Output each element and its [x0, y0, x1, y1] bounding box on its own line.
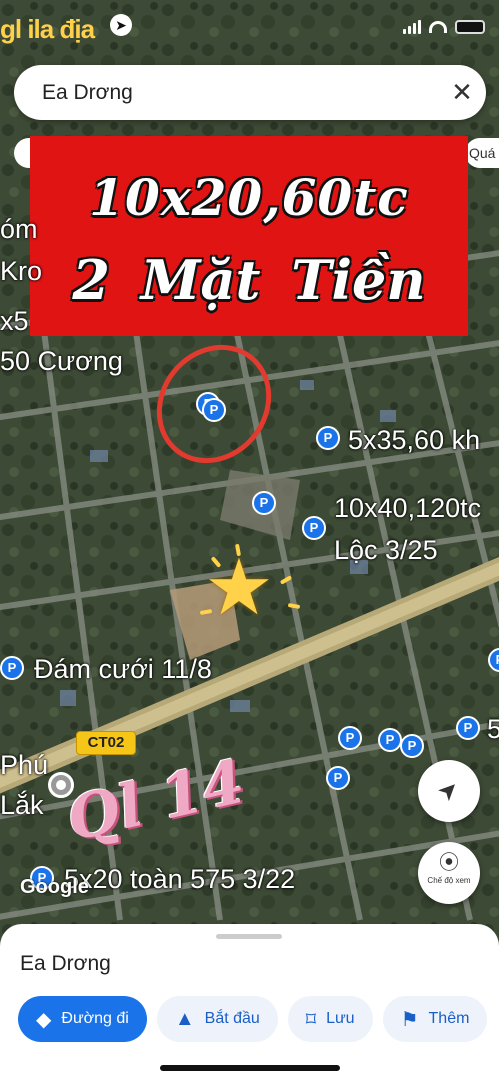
sheet-drag-handle[interactable] — [216, 934, 282, 939]
map-label[interactable]: 5x20 toàn 575 3/22 — [64, 864, 295, 895]
saved-place-pin[interactable]: P — [326, 766, 350, 790]
search-bar[interactable]: Ea Drơng ✕ — [14, 65, 486, 120]
banner-line-size: 10x20,60tc — [89, 168, 409, 227]
google-logo: Google — [20, 876, 89, 898]
clear-search-icon[interactable]: ✕ — [438, 77, 486, 108]
saved-place-pin[interactable]: P — [302, 516, 326, 540]
saved-place-pin[interactable]: P — [0, 656, 24, 680]
wifi-icon — [429, 21, 447, 33]
map-label[interactable]: óm — [0, 214, 38, 245]
directions-icon: ◆ — [36, 1008, 52, 1031]
map-label[interactable]: 5x35,60 kh — [348, 425, 480, 456]
battery-icon — [455, 20, 485, 34]
satellite-map[interactable]: gl ila địa ➤ Ea Drơng ✕ Quá 10x20,60tc 2… — [0, 0, 499, 1080]
flag-icon: ⚑ — [400, 1008, 419, 1031]
filter-chip-quan[interactable]: Quá — [465, 138, 499, 168]
bookmark-icon: ⌑ — [305, 1008, 317, 1031]
map-label[interactable]: Đám cưới 11/8 — [34, 654, 212, 685]
save-label: Lưu — [326, 1010, 355, 1027]
add-label-text: Thêm — [428, 1010, 470, 1027]
navigation-start-icon: ▲ — [174, 1007, 195, 1030]
saved-place-pin[interactable]: P — [378, 728, 402, 752]
location-arrow-icon: ➤ — [110, 14, 132, 36]
map-label[interactable]: 5 — [487, 714, 499, 745]
saved-place-pin[interactable]: P — [456, 716, 480, 740]
save-button[interactable]: ⌑ Lưu — [287, 996, 373, 1042]
my-location-button[interactable]: ➤ — [418, 760, 480, 822]
status-bar: gl ila địa ➤ — [0, 0, 499, 60]
map-label[interactable]: Kro — [0, 256, 42, 287]
home-indicator — [160, 1065, 340, 1071]
action-row: ◆ Đường đi ▲ Bắt đầu ⌑ Lưu ⚑ Thêm — [18, 996, 488, 1042]
layers-camera-icon: ⦿ — [439, 852, 459, 874]
add-label-button[interactable]: ⚑ Thêm — [382, 996, 488, 1042]
search-query[interactable]: Ea Drơng — [42, 81, 438, 105]
view-mode-button[interactable]: ⦿ Chế độ xem — [418, 842, 480, 904]
start-button[interactable]: ▲ Bắt đầu — [156, 996, 278, 1042]
map-label[interactable]: Lắk — [0, 790, 44, 821]
map-label[interactable]: Phú — [0, 750, 48, 781]
view-mode-label: Chế độ xem — [427, 876, 471, 885]
map-label[interactable]: 50 Cương — [0, 346, 123, 377]
saved-place-pin[interactable]: P — [338, 726, 362, 750]
listing-banner: 10x20,60tc 2 Mặt Tiền — [30, 136, 468, 336]
signal-icon — [403, 20, 421, 34]
saved-place-pin[interactable]: P — [252, 491, 276, 515]
directions-button[interactable]: ◆ Đường đi — [18, 996, 147, 1042]
saved-place-pin[interactable]: P — [400, 734, 424, 758]
place-title: Ea Drơng — [20, 952, 111, 975]
road-shield-ct02: CT02 — [76, 731, 136, 755]
banner-line-frontage: 2 Mặt Tiền — [72, 248, 426, 312]
place-bottom-sheet[interactable]: Ea Drơng ◆ Đường đi ▲ Bắt đầu ⌑ Lưu ⚑ Th… — [0, 924, 499, 1080]
map-label[interactable]: x5 — [0, 306, 29, 337]
map-label[interactable]: 10x40,120tc — [334, 493, 481, 524]
carrier-text: gl ila địa — [0, 14, 95, 44]
map-label[interactable]: Lộc 3/25 — [334, 535, 438, 566]
start-label: Bắt đầu — [204, 1010, 260, 1027]
navigation-arrow-icon: ➤ — [431, 773, 466, 808]
saved-place-pin[interactable]: P — [316, 426, 340, 450]
directions-label: Đường đi — [61, 1010, 129, 1027]
